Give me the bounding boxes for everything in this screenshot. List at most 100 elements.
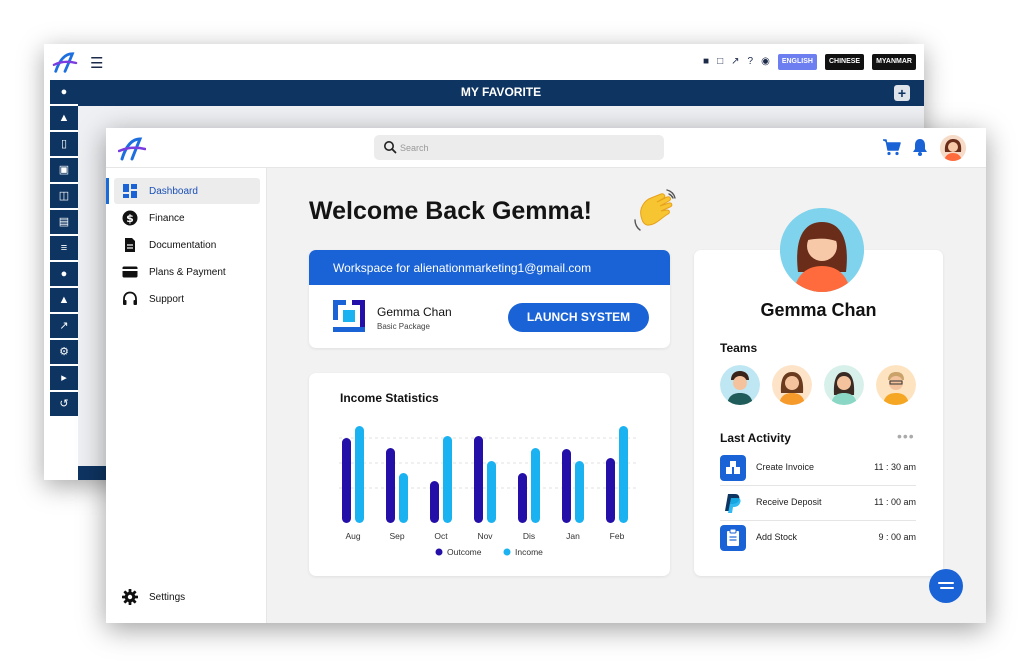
screenshot-stage: ☰ ■ □ ↗ ? ◉ ENGLISH CHINESE MYANMAR MY F… [0,0,1024,662]
help-icon[interactable]: ? [748,53,754,71]
income-statistics-card: Income Statistics Aug Sep Oct Nov Dis Jan Feb O… [309,373,670,576]
list-icon[interactable]: ≡ [50,236,78,260]
favorite-title: MY FAVORITE [460,85,542,99]
sidebar-item-finance[interactable]: $ Finance [114,205,260,231]
settings-label: Settings [149,592,186,603]
favorite-bar: MY FAVORITE + [78,80,924,106]
database-icon[interactable]: ◫ [50,184,78,208]
team-member-avatar[interactable] [876,365,916,405]
bar-outcome-nov[interactable] [474,436,483,523]
last-activity-label: Last Activity [720,431,791,445]
bar-outcome-aug[interactable] [342,438,351,523]
launch-system-button[interactable]: LAUNCH SYSTEM [508,303,649,332]
legend-dot [435,548,443,556]
team-member-avatar[interactable] [824,365,864,405]
x-tick-label: Dis [523,531,535,541]
document-icon[interactable]: ▯ [50,132,78,156]
gear-icon [122,589,138,605]
bar-income-aug[interactable] [355,426,364,523]
bar-outcome-dis[interactable] [518,473,527,523]
activity-time: 11 : 30 am [874,462,916,472]
activity-item[interactable]: Add Stock 9 : 00 am [720,522,916,556]
front-window: Dashboard $ Finance Documentation [106,128,986,623]
invoice-icon [720,455,746,481]
hamburger-icon[interactable]: ☰ [90,54,103,72]
money-icon[interactable]: ▤ [50,210,78,234]
sidebar-item-label: Support [149,294,185,305]
more-options-icon[interactable]: ••• [897,428,915,444]
bell-icon[interactable] [912,138,928,156]
x-tick-label: Oct [434,531,448,541]
x-tick-label: Aug [345,531,360,541]
bar-income-sep[interactable] [399,473,408,523]
chart-icon[interactable]: ↗ [731,53,739,71]
avatar-icon [780,208,864,292]
chart-icon[interactable]: ↗ [50,314,78,338]
dollar-icon: $ [122,210,138,226]
chat-button[interactable] [929,569,963,603]
search-icon [384,141,397,154]
team-member-avatar[interactable] [720,365,760,405]
svg-text:$: $ [126,212,134,225]
workspace-card: Workspace for alienationmarketing1@gmail… [309,250,670,348]
bar-income-nov[interactable] [487,461,496,523]
lang-myanmar-button[interactable]: MYANMAR [872,54,916,70]
lang-chinese-button[interactable]: CHINESE [824,54,865,70]
chat-icon [938,582,954,589]
add-favorite-button[interactable]: + [894,85,910,101]
user-avatar[interactable] [940,135,966,161]
cart-icon[interactable]: ▣ [50,158,78,182]
cart-icon[interactable] [882,138,902,156]
search-bar [374,135,664,160]
bank-icon[interactable]: ▲ [50,106,78,130]
lang-english-button[interactable]: ENGLISH [777,54,817,70]
sidebar-item-plans-payment[interactable]: Plans & Payment [114,259,260,285]
bar-outcome-feb[interactable] [606,458,615,523]
team-member-avatar[interactable] [772,365,812,405]
activity-label: Add Stock [756,532,798,542]
history-icon[interactable]: ↺ [50,392,78,416]
bar-income-jan[interactable] [575,461,584,523]
paypal-icon [725,494,741,513]
video-icon[interactable]: ■ [703,53,709,71]
x-tick-label: Jan [566,531,580,541]
dashboard-icon [123,184,137,198]
gear-icon[interactable]: ⚙ [50,340,78,364]
monitor-icon[interactable]: □ [717,53,723,71]
workspace-user-name: Gemma Chan [377,305,452,319]
bar-income-oct[interactable] [443,436,452,523]
users-icon[interactable]: ● [50,262,78,286]
login-icon[interactable]: ▸ [50,366,78,390]
activity-label: Receive Deposit [756,497,822,507]
sidebar-item-label: Finance [149,213,185,224]
income-statistics-title: Income Statistics [340,391,439,405]
bar-income-feb[interactable] [619,426,628,523]
avatar-icon [824,365,864,405]
x-tick-label: Feb [610,531,625,541]
account-icon[interactable]: ◉ [761,53,770,71]
sidebar-item-label: Dashboard [149,186,198,197]
activity-item[interactable]: Receive Deposit 11 : 00 am [720,487,916,521]
x-tick-label: Sep [389,531,404,541]
bar-outcome-sep[interactable] [386,448,395,523]
search-input[interactable] [400,139,650,156]
income-chart: Aug Sep Oct Nov Dis Jan Feb Outcome Income [339,426,639,557]
sidebar-item-support[interactable]: Support [114,286,260,312]
legend-label: Outcome [447,547,482,557]
bar-income-dis[interactable] [531,448,540,523]
workspace-package: Basic Package [377,322,430,331]
user-icon[interactable]: ● [50,80,78,104]
activity-item[interactable]: Create Invoice 11 : 30 am [720,452,916,486]
settings-button[interactable]: Settings [122,587,252,609]
sidebar-item-dashboard[interactable]: Dashboard [106,178,260,204]
bar-outcome-jan[interactable] [562,449,571,523]
sidebar-item-documentation[interactable]: Documentation [114,232,260,258]
back-toolbar: ■ □ ↗ ? ◉ ENGLISH CHINESE MYANMAR [703,53,916,71]
bar-outcome-oct[interactable] [430,481,439,523]
activity-time: 9 : 00 am [878,532,916,542]
back-sidebar: ● ▲ ▯ ▣ ◫ ▤ ≡ ● ▲ ↗ ⚙ ▸ ↺ [50,80,78,480]
institution-icon[interactable]: ▲ [50,288,78,312]
sidebar-item-label: Plans & Payment [149,267,226,278]
card-icon [122,266,138,278]
waving-hand-icon [634,189,676,231]
